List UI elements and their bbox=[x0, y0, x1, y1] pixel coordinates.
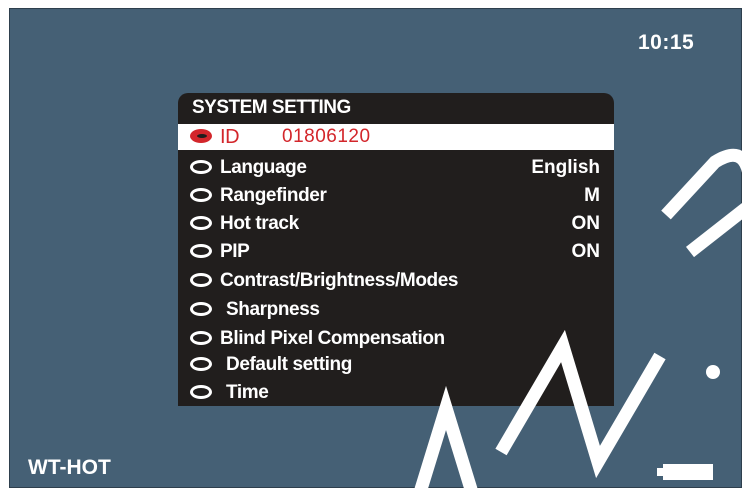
radio-icon bbox=[190, 357, 212, 371]
menu-item-value: M bbox=[584, 185, 600, 206]
menu-item-label: Contrast/Brightness/Modes bbox=[220, 270, 459, 291]
battery-fill bbox=[663, 464, 713, 480]
radio-icon bbox=[190, 331, 212, 345]
menu-item-label: Hot track bbox=[220, 213, 299, 234]
clock: 10:15 bbox=[638, 31, 695, 54]
menu-item-default-setting[interactable]: Default setting bbox=[178, 352, 614, 378]
menu-item-label: Sharpness bbox=[226, 299, 320, 320]
radio-icon bbox=[190, 244, 212, 258]
radio-icon bbox=[190, 273, 212, 287]
menu-item-label: PIP bbox=[220, 241, 250, 262]
menu-item-label: ID bbox=[220, 126, 240, 148]
device-screen: 10:15 SYSTEM SETTING ID 01806120 Languag… bbox=[0, 0, 750, 499]
menu-item-hot-track[interactable]: Hot track ON bbox=[178, 211, 614, 237]
system-setting-menu: SYSTEM SETTING ID 01806120 Language Engl… bbox=[178, 93, 614, 406]
menu-item-blind-pixel-compensation[interactable]: Blind Pixel Compensation bbox=[178, 326, 614, 352]
menu-item-label: Time bbox=[226, 382, 269, 403]
menu-item-value: ON bbox=[571, 213, 601, 234]
menu-item-value: 01806120 bbox=[282, 126, 371, 147]
menu-item-sharpness[interactable]: Sharpness bbox=[178, 297, 614, 323]
radio-icon bbox=[190, 216, 212, 230]
radio-icon bbox=[190, 385, 212, 399]
radio-selected-icon bbox=[190, 129, 212, 143]
menu-item-pip[interactable]: PIP ON bbox=[178, 239, 614, 265]
menu-item-rangefinder[interactable]: Rangefinder M bbox=[178, 183, 614, 209]
mode-label: WT-HOT bbox=[28, 456, 111, 479]
radio-icon bbox=[190, 302, 212, 316]
display-area: 10:15 SYSTEM SETTING ID 01806120 Languag… bbox=[9, 8, 742, 488]
menu-item-label: Default setting bbox=[226, 354, 352, 375]
menu-item-value: ON bbox=[571, 241, 601, 262]
menu-item-contrast-brightness-modes[interactable]: Contrast/Brightness/Modes bbox=[178, 268, 614, 294]
menu-title: SYSTEM SETTING bbox=[192, 97, 351, 118]
menu-item-id[interactable]: ID 01806120 bbox=[178, 124, 614, 150]
radio-icon bbox=[190, 188, 212, 202]
menu-item-language[interactable]: Language English bbox=[178, 155, 614, 181]
battery-icon bbox=[657, 464, 713, 480]
menu-item-time[interactable]: Time bbox=[178, 380, 614, 406]
menu-item-label: Rangefinder bbox=[220, 185, 327, 206]
menu-item-label: Blind Pixel Compensation bbox=[220, 328, 445, 349]
menu-item-label: Language bbox=[220, 157, 307, 178]
radio-icon bbox=[190, 160, 212, 174]
menu-item-value: English bbox=[531, 157, 600, 178]
